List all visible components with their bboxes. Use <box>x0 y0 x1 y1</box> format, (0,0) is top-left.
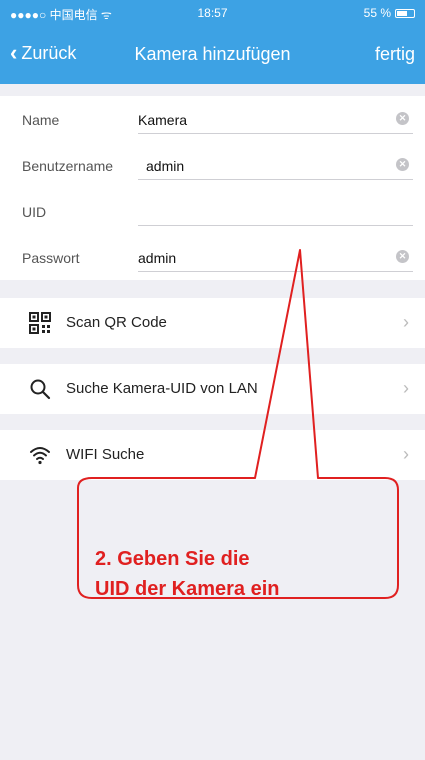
callout-bubble <box>77 249 399 599</box>
annotation-line-1: 2. Geben Sie die <box>95 548 250 570</box>
annotation-line-2: UID der Kamera ein <box>95 578 280 600</box>
